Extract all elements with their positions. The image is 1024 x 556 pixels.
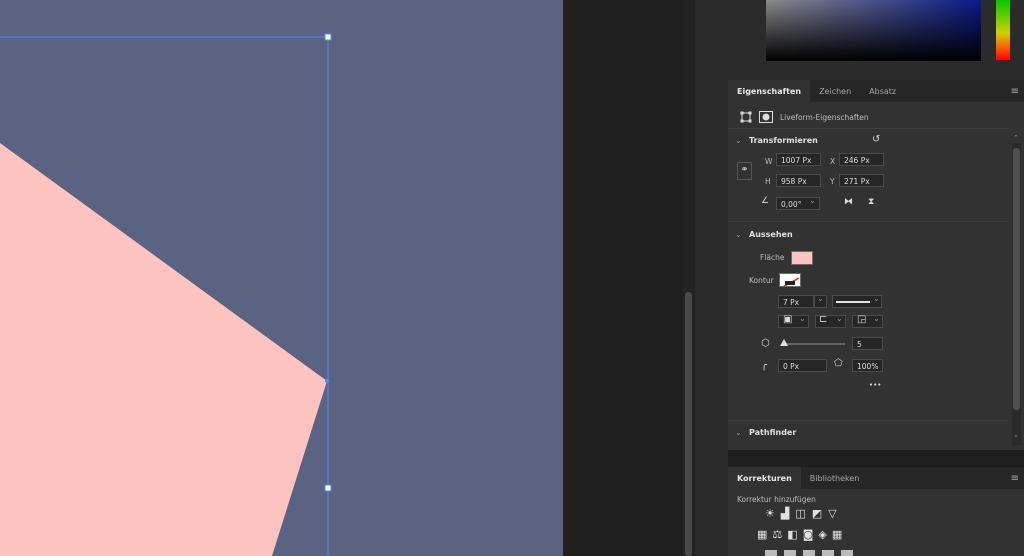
sides-slider-track[interactable] [782,343,845,345]
canvas-artwork [0,33,332,556]
properties-panel: Eigenschaften Zeichen Absatz ≡ Liveform-… [728,80,1024,450]
pathfinder-section-title[interactable]: Pathfinder [749,428,796,437]
divider [728,420,1008,421]
scroll-up-icon[interactable]: ⌃ [1013,134,1019,142]
vibrance-icon[interactable]: ▽ [828,507,836,520]
sides-slider-handle[interactable] [780,339,788,346]
tab-eigenschaften[interactable]: Eigenschaften [728,80,811,102]
black-white-icon[interactable]: ◧ [787,528,797,541]
anchor-point [325,379,329,383]
adjustments-tab-bar: Korrekturen Bibliotheken [728,467,1024,489]
chevron-down-icon[interactable]: ⌄ [836,315,843,323]
stroke-align-icon: ▣ [783,314,793,325]
transform-section-title[interactable]: Transformieren [749,136,818,145]
exposure-icon[interactable]: ◩ [812,507,822,520]
color-picker-field[interactable] [766,0,981,61]
document-canvas[interactable] [0,0,563,556]
chevron-down-icon[interactable]: ⌄ [799,315,806,323]
adjustments-panel: Korrekturen Bibliotheken ≡ Korrektur hin… [728,467,1024,556]
appearance-section-title[interactable]: Aussehen [749,230,793,239]
hue-saturation-icon[interactable]: ▦ [757,528,767,541]
bounding-box-icon[interactable] [740,111,752,126]
levels-icon[interactable]: ▟ [781,507,789,520]
divider [728,128,1008,129]
adjustment-icons-row-1: ☀ ▟ ◫ ◩ ▽ [765,507,837,520]
tab-absatz[interactable]: Absatz [860,80,905,102]
angle-icon: ∠ [761,196,770,206]
chevron-down-icon[interactable]: ⌄ [735,428,742,437]
width-field[interactable]: 1007 Px [776,153,821,166]
chevron-down-icon[interactable]: ⌄ [735,230,742,239]
link-dimensions-icon[interactable]: ⚭ [737,162,752,180]
color-lookup-icon[interactable]: ▦ [832,528,842,541]
flip-vertical-icon[interactable]: ⧗ [868,198,874,207]
fill-swatch[interactable] [791,251,813,265]
chevron-down-icon[interactable]: ⌄ [817,295,824,303]
chevron-down-icon[interactable]: ⌄ [735,136,742,145]
hue-slider[interactable] [996,0,1010,60]
x-field[interactable]: 246 Px [839,153,884,166]
chevron-down-icon[interactable]: ⌄ [873,295,880,303]
no-stroke-icon [783,277,800,286]
transform-handle-right-middle [324,484,332,492]
pentagon-shape [0,143,327,556]
photo-filter-icon[interactable]: ◙ [803,528,814,541]
flip-horizontal-icon[interactable]: ⧓ [844,198,853,207]
panel-menu-icon[interactable]: ≡ [1011,473,1019,484]
star-ratio-icon: ⬠ [834,358,843,369]
polygon-sides-icon: ⬡ [761,338,770,349]
adjustment-icons-row-2: ▦ ⚖ ◧ ◙ ◈ ▦ [757,528,842,541]
fill-label: Fläche [760,253,785,262]
more-options-button[interactable]: ••• [869,381,881,389]
corner-radius-icon: ╭ [761,360,768,371]
add-adjustment-label: Korrektur hinzufügen [737,495,816,504]
stroke-width-field[interactable]: 7 Px [778,295,814,308]
curves-icon[interactable]: ◫ [795,507,805,520]
divider [728,221,1008,222]
brightness-icon[interactable]: ☀ [765,507,775,520]
chevron-down-icon[interactable]: ⌄ [873,315,880,323]
mask-icon[interactable] [759,111,773,126]
tab-korrekturen[interactable]: Korrekturen [728,467,801,489]
tab-zeichen[interactable]: Zeichen [810,80,860,102]
stroke-style-line [836,301,870,303]
properties-scrollbar-thumb[interactable] [1013,148,1020,410]
channel-mixer-icon[interactable]: ◈ [818,528,826,541]
adjustment-icons-row-3-partial [765,550,855,556]
star-ratio-field[interactable]: 100% [852,359,883,372]
stroke-label: Kontur [749,276,774,285]
pasteboard [563,0,683,556]
live-shape-properties-label: Liveform-Eigenschaften [780,113,869,122]
height-field[interactable]: 958 Px [776,174,821,187]
panel-menu-icon[interactable]: ≡ [1011,86,1019,97]
y-label: Y [830,177,835,186]
width-label: W [765,157,773,166]
properties-tab-bar: Eigenschaften Zeichen Absatz [728,80,1024,102]
x-label: X [830,157,836,166]
sides-field[interactable]: 5 [852,337,883,350]
y-field[interactable]: 271 Px [839,174,884,187]
tab-bibliotheken[interactable]: Bibliotheken [801,467,869,489]
canvas-scrollbar-thumb[interactable] [685,292,692,556]
chevron-down-icon[interactable]: ⌄ [809,197,816,205]
height-label: H [765,177,771,186]
stroke-swatch[interactable] [779,273,801,287]
reset-transform-icon[interactable]: ↺ [872,135,880,145]
color-balance-icon[interactable]: ⚖ [772,528,782,541]
scroll-down-icon[interactable]: ⌄ [1013,431,1019,439]
corner-radius-field[interactable]: 0 Px [778,359,827,372]
panel-dock-gutter [695,0,728,556]
stroke-caps-icon: ⊏ [819,314,828,325]
stroke-corners-icon: ◲ [857,314,867,325]
transform-handle-top-right [324,33,332,41]
